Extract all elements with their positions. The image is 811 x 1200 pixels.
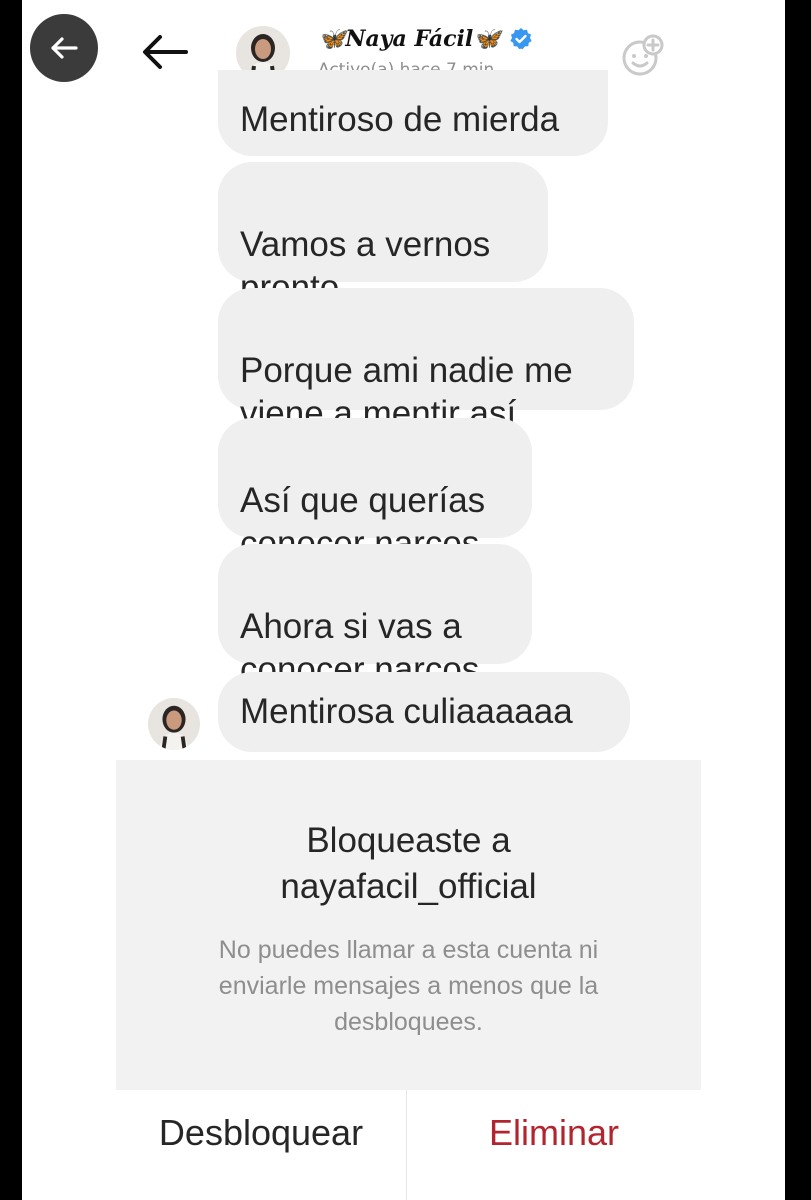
verified-badge-icon <box>510 28 532 50</box>
unblock-button[interactable]: Desbloquear <box>116 1112 406 1154</box>
blocked-actions: Desbloquear Eliminar <box>116 1090 701 1200</box>
back-button[interactable] <box>140 32 190 72</box>
message-text: Mentirosa culiaaaaaa <box>240 692 573 731</box>
contact-name[interactable]: 🦋Naya Fácil🦋 <box>318 26 533 52</box>
message-bubble[interactable]: Ahora si vas a conocer narcos <box>218 544 532 689</box>
blocked-notice: Bloqueaste a nayafacil_official No puede… <box>116 760 701 1090</box>
message-bubble[interactable]: Mentiroso de mierda <box>218 70 608 156</box>
delete-button[interactable]: Eliminar <box>407 1112 701 1154</box>
arrow-left-icon <box>51 37 78 59</box>
overlay-back-button[interactable] <box>30 14 98 82</box>
add-reaction-button[interactable] <box>620 34 664 78</box>
message-bubble[interactable]: Vamos a vernos pronto <box>218 162 548 307</box>
message-text: Mentiroso de mierda <box>240 100 560 139</box>
blocked-description: No puedes llamar a esta cuenta ni enviar… <box>218 936 599 1036</box>
sender-avatar[interactable] <box>148 698 200 750</box>
message-bubble[interactable]: Porque ami nadie me viene a mentir así <box>218 288 634 433</box>
message-bubble[interactable]: Así que querías conocer narcos <box>218 418 532 563</box>
add-reaction-icon <box>622 34 664 76</box>
chat-screen: 🦋Naya Fácil🦋 Activo(a) hace 7 min Mentir… <box>22 0 785 1200</box>
contact-name-text: 🦋Naya Fácil🦋 <box>318 26 501 52</box>
blocked-title: Bloqueaste a nayafacil_official <box>280 821 537 906</box>
message-bubble[interactable]: Mentirosa culiaaaaaa <box>218 672 630 752</box>
arrow-left-icon <box>143 35 188 69</box>
